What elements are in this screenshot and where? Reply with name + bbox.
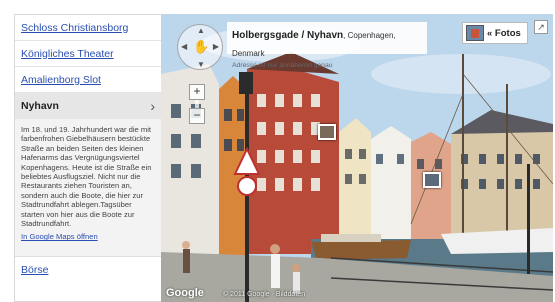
photos-toggle-button[interactable]: « Fotos <box>462 22 528 44</box>
google-logo: Google <box>166 287 204 299</box>
address-street: Holbergsgade / Nyhavn <box>232 30 344 41</box>
poi-description-panel: Im 18. und 19. Jahrhundert war die mit f… <box>15 119 161 257</box>
photo-marker[interactable] <box>318 124 336 140</box>
sidebar-link-amalienborg[interactable]: Amalienborg Slot <box>21 74 101 86</box>
chevron-right-icon: › <box>150 98 155 114</box>
photo-thumbnail-icon <box>466 25 484 41</box>
pan-right-arrow-icon[interactable]: ▶ <box>213 42 219 51</box>
poi-description: Im 18. und 19. Jahrhundert war die mit f… <box>21 125 152 229</box>
zoom-control: + − <box>189 84 205 124</box>
pan-down-arrow-icon[interactable]: ▼ <box>197 60 205 69</box>
sidebar-link-boerse[interactable]: Börse <box>21 264 48 276</box>
sidebar-item-nyhavn[interactable]: Nyhavn › <box>15 93 161 119</box>
sidebar-item-theater[interactable]: Königliches Theater <box>15 41 161 67</box>
address-approx-note: Adresse ist nur annähernd genau <box>232 62 333 69</box>
pan-up-arrow-icon[interactable]: ▲ <box>197 26 205 35</box>
hand-pan-icon: ✋ <box>193 39 210 54</box>
zoom-in-button[interactable]: + <box>189 84 205 100</box>
zoom-out-button[interactable]: − <box>189 108 205 124</box>
open-in-google-maps-link[interactable]: In Google Maps öffnen <box>21 232 155 241</box>
sidebar-item-christiansborg[interactable]: Schloss Christiansborg <box>15 15 161 41</box>
copyright-text: © 2011 Google · Bilddaten <box>223 291 306 298</box>
pan-control[interactable]: ▲ ▼ ◀ ▶ ✋ <box>177 24 223 70</box>
pan-left-arrow-icon[interactable]: ◀ <box>181 42 187 51</box>
poi-sidebar: Schloss Christiansborg Königliches Theat… <box>14 14 161 302</box>
sidebar-link-theater[interactable]: Königliches Theater <box>21 48 114 60</box>
zoom-track[interactable] <box>195 100 199 108</box>
fullscreen-icon[interactable]: ↗ <box>534 20 548 34</box>
photo-marker[interactable] <box>423 172 441 188</box>
sidebar-item-boerse[interactable]: Börse <box>15 257 161 283</box>
sidebar-item-amalienborg[interactable]: Amalienborg Slot <box>15 67 161 93</box>
photos-label: « Fotos <box>487 27 521 39</box>
address-overlay: Holbergsgade / Nyhavn, Copenhagen, Denma… <box>227 22 427 69</box>
sidebar-active-label: Nyhavn <box>21 100 59 112</box>
street-view-panorama[interactable]: ▲ ▼ ◀ ▶ ✋ + − Holbergsgade / Nyhavn, Cop… <box>161 14 553 302</box>
sidebar-link-christiansborg[interactable]: Schloss Christiansborg <box>21 22 128 34</box>
